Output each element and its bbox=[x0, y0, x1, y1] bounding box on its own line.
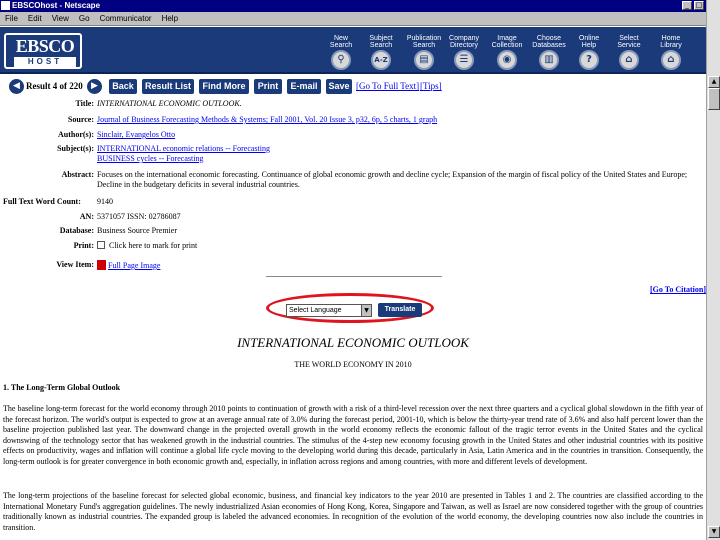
logo-subtext: HOST bbox=[14, 57, 76, 67]
record-wordcount: 9140 bbox=[97, 197, 113, 206]
record-abstract: Focuses on the international economic fo… bbox=[97, 170, 688, 189]
source-label: Source: bbox=[67, 115, 94, 124]
minimize-button[interactable]: _ bbox=[682, 1, 692, 10]
print-label: Print: bbox=[73, 241, 94, 250]
subject-search-button[interactable]: Subject Search A-Z bbox=[360, 35, 402, 73]
record-source[interactable]: Journal of Business Forecasting Methods … bbox=[97, 115, 697, 125]
author-label: Author(s): bbox=[58, 130, 94, 139]
publication-search-button[interactable]: Publication Search ▤ bbox=[403, 35, 445, 73]
select-service-button[interactable]: Select Service ⌂ bbox=[608, 35, 650, 73]
directory-icon: ☰ bbox=[454, 50, 474, 70]
go-to-citation-link[interactable]: [Go To Citation] bbox=[646, 285, 706, 295]
pdf-icon bbox=[97, 260, 106, 270]
title-bar: EBSCOhost - Netscape _ □ × bbox=[0, 0, 720, 12]
vertical-scrollbar[interactable]: ▲ ▼ bbox=[706, 0, 720, 540]
an-label: AN: bbox=[79, 212, 94, 221]
book-icon: ▤ bbox=[414, 50, 434, 70]
window-title: EBSCOhost - Netscape bbox=[12, 1, 101, 10]
result-list-button[interactable]: Result List bbox=[142, 79, 194, 94]
print-checkbox-row[interactable]: Click here to mark for print bbox=[97, 241, 697, 251]
result-toolbar: ◀ Result 4 of 220 ▶ Back Result List Fin… bbox=[0, 76, 706, 96]
databases-icon: ▥ bbox=[539, 50, 559, 70]
tips-link[interactable]: [Tips] bbox=[420, 79, 442, 94]
wordcount-label: Full Text Word Count: bbox=[3, 197, 81, 206]
translate-button[interactable]: Translate bbox=[378, 303, 422, 317]
language-select[interactable]: Select Language ▼ bbox=[286, 304, 372, 317]
record-subject-2[interactable]: BUSINESS cycles -- Forecasting bbox=[97, 154, 697, 164]
back-button[interactable]: Back bbox=[109, 79, 137, 94]
online-help-button[interactable]: Online Help? bbox=[568, 35, 610, 73]
browser-window: EBSCOhost - Netscape _ □ × FileEditViewG… bbox=[0, 0, 720, 540]
record-content: Title: INTERNATIONAL ECONOMIC OUTLOOK. S… bbox=[0, 96, 706, 540]
divider bbox=[266, 276, 442, 277]
article-paragraph-2: The long-term projections of the baselin… bbox=[3, 491, 703, 532]
dropdown-arrow-icon: ▼ bbox=[361, 305, 371, 316]
record-author[interactable]: Sinclair, Evangelos Otto bbox=[97, 130, 697, 140]
email-button[interactable]: E-mail bbox=[287, 79, 321, 94]
menu-edit[interactable]: Edit bbox=[23, 12, 47, 26]
record-database: Business Source Premier bbox=[97, 226, 177, 235]
ebscohost-logo[interactable]: EBSCO HOST bbox=[4, 33, 82, 69]
menu-communicator[interactable]: Communicator bbox=[95, 12, 157, 26]
a-z-icon: A-Z bbox=[371, 50, 391, 70]
result-count: Result 4 of 220 bbox=[26, 81, 83, 91]
scroll-up-icon[interactable]: ▲ bbox=[708, 76, 720, 88]
print-button[interactable]: Print bbox=[254, 79, 282, 94]
section-heading: 1. The Long-Term Global Outlook bbox=[3, 383, 121, 392]
netscape-icon bbox=[1, 1, 10, 10]
scroll-thumb[interactable] bbox=[708, 88, 720, 110]
previous-result-arrow-icon[interactable]: ◀ bbox=[9, 79, 24, 94]
abstract-label: Abstract: bbox=[61, 170, 94, 179]
go-to-full-text-link[interactable]: [Go To Full Text] bbox=[356, 79, 419, 94]
save-button[interactable]: Save bbox=[326, 79, 352, 94]
menu-file[interactable]: File bbox=[0, 12, 23, 26]
choose-databases-button[interactable]: Choose Databases ▥ bbox=[528, 35, 570, 73]
article-paragraph-1: The baseline long-term forecast for the … bbox=[3, 404, 703, 466]
record-subject-1[interactable]: INTERNATIONAL economic relations -- Fore… bbox=[97, 144, 697, 154]
menu-go[interactable]: Go bbox=[74, 12, 95, 26]
full-page-image-link[interactable]: Full Page Image bbox=[97, 260, 697, 271]
ebsco-header: EBSCO HOST New Search ⚲ Subject Search A-Z… bbox=[0, 27, 706, 74]
record-title: INTERNATIONAL ECONOMIC OUTLOOK. bbox=[97, 99, 242, 108]
article-subtitle: THE WORLD ECONOMY IN 2010 bbox=[294, 360, 412, 369]
library-icon: ⌂ bbox=[661, 50, 681, 70]
menu-view[interactable]: View bbox=[47, 12, 74, 26]
print-checkbox[interactable] bbox=[97, 241, 105, 249]
company-directory-button[interactable]: Company Directory ☰ bbox=[443, 35, 485, 73]
title-label: Title: bbox=[75, 99, 94, 108]
scroll-down-icon[interactable]: ▼ bbox=[708, 526, 720, 538]
database-label: Database: bbox=[59, 226, 94, 235]
help-icon: ? bbox=[579, 50, 599, 70]
subject-label: Subject(s): bbox=[57, 144, 94, 153]
next-result-arrow-icon[interactable]: ▶ bbox=[87, 79, 102, 94]
image-collection-button[interactable]: Image Collection ◉ bbox=[486, 35, 528, 73]
service-icon: ⌂ bbox=[619, 50, 639, 70]
menu-help[interactable]: Help bbox=[157, 12, 183, 26]
new-search-button[interactable]: New Search ⚲ bbox=[320, 35, 362, 73]
home-library-button[interactable]: Home Library ⌂ bbox=[650, 35, 692, 73]
record-an: 5371057 ISSN: 02786087 bbox=[97, 212, 181, 221]
view-label: View Item: bbox=[56, 260, 94, 269]
maximize-button[interactable]: □ bbox=[694, 1, 704, 10]
logo-text: EBSCO bbox=[15, 36, 75, 56]
magnifier-icon: ⚲ bbox=[331, 50, 351, 70]
article-title: INTERNATIONAL ECONOMIC OUTLOOK bbox=[237, 335, 469, 350]
find-more-button[interactable]: Find More bbox=[199, 79, 249, 94]
menu-bar: File Edit View Go Communicator Help bbox=[0, 12, 720, 26]
image-icon: ◉ bbox=[497, 50, 517, 70]
